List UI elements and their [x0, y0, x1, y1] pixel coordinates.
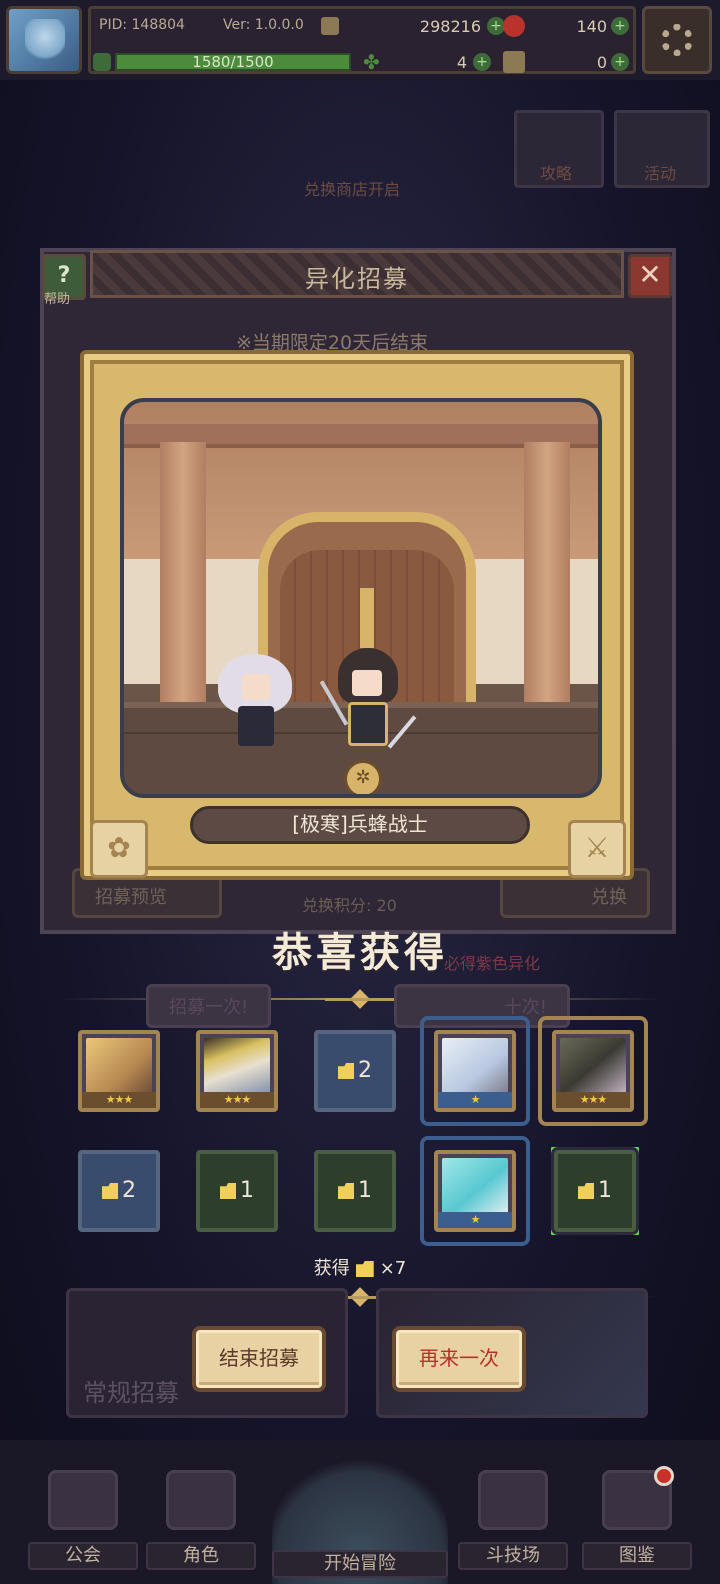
event-label: 活动 — [644, 164, 677, 183]
purple-guarantee-note: 必得紫色异化 — [444, 954, 541, 973]
nav-codex-label: 图鉴 — [582, 1542, 692, 1570]
reward-item[interactable]: ★ — [434, 1150, 516, 1232]
hero-portrait — [86, 1038, 152, 1096]
gem-icon — [503, 15, 525, 37]
hero-portrait — [442, 1158, 508, 1216]
coin-icon — [321, 17, 339, 35]
nav-arena-label: 斗技场 — [458, 1542, 568, 1570]
end-recruit-button[interactable]: 结束招募 — [192, 1326, 326, 1392]
recruit-once-button[interactable]: 招募一次! — [146, 984, 272, 1028]
star-rating: ★ — [438, 1092, 512, 1108]
divider-ornament — [325, 992, 395, 1006]
character-icon — [166, 1470, 236, 1530]
recruit-header: 异化招募 — [90, 250, 624, 298]
star-rating: ★★★ — [200, 1092, 274, 1108]
obtained-summary: 获得 ×7 — [0, 1254, 720, 1280]
nav-codex[interactable]: 图鉴 — [582, 1470, 692, 1570]
version-label: Ver: 1.0.0.0 — [223, 17, 304, 33]
regular-recruit-label: 常规招募 — [83, 1379, 179, 1407]
clover-icon: ✤ — [363, 50, 380, 74]
add-clover-button[interactable]: + — [473, 53, 491, 71]
key-icon — [503, 51, 525, 73]
clover-amount: 4 — [456, 53, 467, 72]
guide-label: 攻略 — [540, 164, 573, 183]
hero-portrait — [204, 1038, 270, 1096]
fragment-icon — [338, 1063, 354, 1079]
gold-amount: 298216 — [419, 17, 481, 36]
player-info: PID: 148804 Ver: 1.0.0.0 298216 + 140 + … — [88, 6, 636, 74]
fragment-count: 2 — [82, 1178, 156, 1203]
nav-adventure-label: 开始冒险 — [272, 1550, 448, 1578]
sword-icon: ⚔ — [568, 820, 626, 878]
reward-item[interactable]: ★ — [434, 1030, 516, 1112]
add-gem-button[interactable]: + — [611, 17, 629, 35]
character-name: [极寒]兵蜂战士 — [190, 806, 530, 844]
star-rating: ★★★ — [82, 1092, 156, 1108]
reward-item[interactable]: 2 — [314, 1030, 396, 1112]
obtained-label: 获得 — [313, 1258, 350, 1279]
player-avatar[interactable] — [6, 6, 82, 74]
help-label: 帮助 — [44, 292, 71, 307]
nav-guild-label: 公会 — [28, 1542, 138, 1570]
notification-dot — [654, 1466, 674, 1486]
nav-character[interactable]: 角色 — [146, 1470, 256, 1570]
recruit-preview-label: 招募预览 — [95, 887, 167, 908]
exchange-points: 兑换积分: 20 — [302, 896, 397, 915]
star-rating: ★ — [438, 1212, 512, 1228]
fragment-count: 1 — [318, 1178, 392, 1203]
exchange-shop-notice: 兑换商店开启 — [304, 180, 401, 199]
stamina-text: 1580/1500 — [192, 53, 274, 71]
guild-icon — [48, 1470, 118, 1530]
reward-item[interactable]: ★★★ — [78, 1030, 160, 1112]
nav-character-label: 角色 — [146, 1542, 256, 1570]
nav-guild[interactable]: 公会 — [28, 1470, 138, 1570]
add-key-button[interactable]: + — [611, 53, 629, 71]
fragment-icon — [102, 1183, 118, 1199]
fragment-icon — [220, 1183, 236, 1199]
companion-sprite — [218, 654, 292, 750]
obtained-count: ×7 — [379, 1258, 407, 1279]
fragment-count: 1 — [558, 1178, 632, 1203]
recruit-title: 异化招募 — [305, 265, 409, 293]
reward-item[interactable]: 2 — [78, 1150, 160, 1232]
congrats-title: 恭喜获得 — [272, 930, 448, 976]
reward-item[interactable]: ★★★ — [196, 1030, 278, 1112]
fragment-icon — [355, 1261, 374, 1277]
reward-item[interactable]: 1 — [196, 1150, 278, 1232]
top-bar: PID: 148804 Ver: 1.0.0.0 298216 + 140 + … — [0, 0, 720, 80]
fragment-count: 2 — [318, 1058, 392, 1083]
character-sprite — [319, 648, 417, 752]
gear-icon — [661, 24, 693, 56]
reward-item[interactable]: 1 — [314, 1150, 396, 1232]
stamina-icon — [93, 53, 111, 71]
settings-button[interactable] — [642, 6, 712, 74]
element-medal-icon: ✲ — [344, 760, 382, 794]
recruit-again-button[interactable]: 再来一次 — [392, 1326, 526, 1392]
player-id: PID: 148804 — [99, 17, 185, 33]
reward-item[interactable]: ★★★ — [552, 1030, 634, 1112]
key-amount: 0 — [596, 53, 607, 72]
reward-item[interactable]: 1 — [554, 1150, 636, 1232]
character-card: ✲ [极寒]兵蜂战士 ✿ ⚔ — [80, 350, 634, 880]
stamina-bar: 1580/1500 — [115, 53, 351, 71]
fragment-icon — [578, 1183, 594, 1199]
exchange-label: 兑换 — [591, 887, 627, 908]
fragment-count: 1 — [200, 1178, 274, 1203]
fragment-icon — [338, 1183, 354, 1199]
crossed-swords-icon — [478, 1470, 548, 1530]
nav-arena[interactable]: 斗技场 — [458, 1470, 568, 1570]
character-scene: ✲ — [120, 398, 602, 798]
paw-icon: ✿ — [90, 820, 148, 878]
hero-portrait — [442, 1038, 508, 1096]
gem-amount: 140 — [576, 17, 607, 36]
hero-portrait — [560, 1038, 626, 1096]
star-rating: ★★★ — [556, 1092, 630, 1108]
close-button[interactable]: ✕ — [628, 254, 672, 298]
